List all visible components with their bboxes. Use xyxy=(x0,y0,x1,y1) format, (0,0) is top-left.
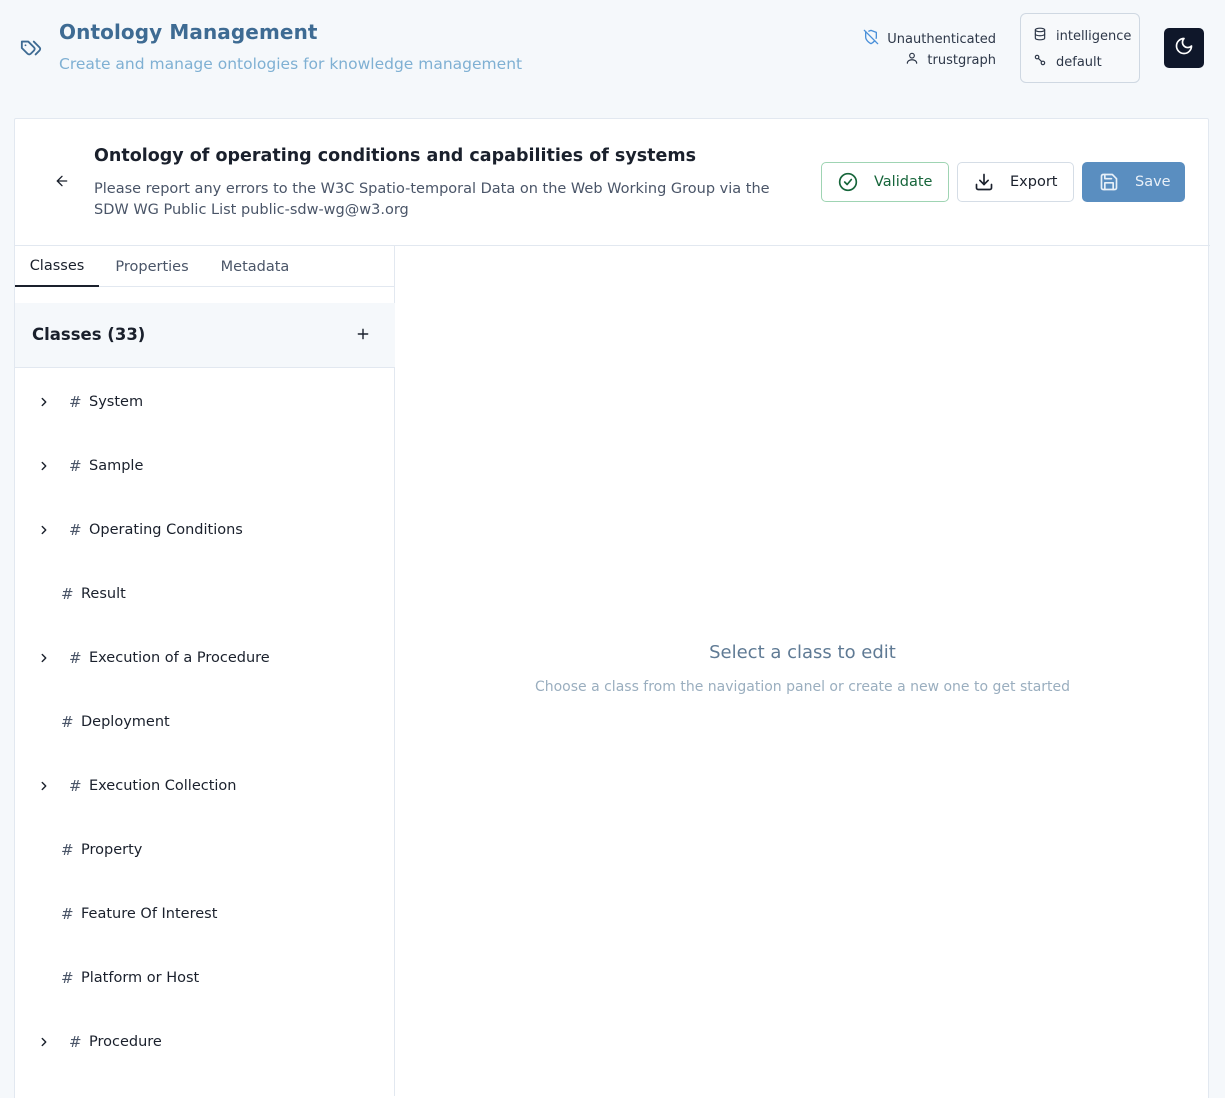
hash-icon: # xyxy=(61,585,74,603)
empty-state-title: Select a class to edit xyxy=(709,642,896,663)
classes-header: Classes (33) xyxy=(15,303,395,368)
app-title: Ontology Management xyxy=(59,20,318,44)
empty-state-subtitle: Choose a class from the navigation panel… xyxy=(534,679,1071,695)
workspace-selector[interactable]: intelligence default xyxy=(1020,13,1140,83)
tab-metadata[interactable]: Metadata xyxy=(205,246,305,287)
class-list-item[interactable]: # Execution of a Procedure xyxy=(15,638,395,678)
ontology-header: Ontology of operating conditions and cap… xyxy=(15,119,1210,246)
auth-user: trustgraph xyxy=(905,51,996,69)
chevron-right-icon[interactable] xyxy=(37,459,51,473)
ontology-editor-card: Ontology of operating conditions and cap… xyxy=(14,118,1210,1098)
theme-toggle-button[interactable] xyxy=(1164,28,1204,68)
hash-icon: # xyxy=(61,969,74,987)
hash-icon: # xyxy=(61,713,74,731)
link-icon xyxy=(1033,53,1047,71)
auth-status: Unauthenticated xyxy=(863,29,996,49)
hash-icon: # xyxy=(61,841,74,859)
plus-icon xyxy=(356,326,370,345)
export-label: Export xyxy=(1010,174,1058,190)
tags-icon xyxy=(20,37,42,59)
moon-icon xyxy=(1174,36,1194,60)
save-label: Save xyxy=(1135,174,1171,190)
collection-row: default xyxy=(1033,53,1102,71)
class-list-item[interactable]: # Platform or Host xyxy=(15,958,395,998)
back-button[interactable] xyxy=(51,172,73,194)
class-list-item[interactable]: # Property xyxy=(15,830,395,870)
class-list-item[interactable]: # Procedure xyxy=(15,1022,395,1062)
class-list-item[interactable]: # Result xyxy=(15,574,395,614)
ontology-title: Ontology of operating conditions and cap… xyxy=(94,146,697,166)
class-label: Procedure xyxy=(89,1034,162,1050)
class-label: Feature Of Interest xyxy=(81,906,218,922)
add-class-button[interactable] xyxy=(353,325,373,345)
validate-label: Validate xyxy=(874,174,933,190)
hash-icon: # xyxy=(61,905,74,923)
check-circle-icon xyxy=(838,172,858,192)
user-label: trustgraph xyxy=(927,52,996,68)
validate-button[interactable]: Validate xyxy=(821,162,949,202)
class-list-item[interactable]: # Feature Of Interest xyxy=(15,894,395,934)
chevron-right-icon[interactable] xyxy=(37,523,51,537)
classes-count-title: Classes (33) xyxy=(32,325,146,344)
class-label: Sample xyxy=(89,458,144,474)
class-label: Execution Collection xyxy=(89,778,237,794)
workspace-row: intelligence xyxy=(1033,27,1131,45)
hash-icon: # xyxy=(69,649,82,667)
user-icon xyxy=(905,51,919,69)
chevron-right-icon[interactable] xyxy=(37,779,51,793)
class-label: Deployment xyxy=(81,714,170,730)
class-label: Property xyxy=(81,842,143,858)
class-list-item[interactable]: # System xyxy=(15,382,395,422)
save-button[interactable]: Save xyxy=(1082,162,1185,202)
shield-off-icon xyxy=(863,29,879,49)
app-subtitle: Create and manage ontologies for knowled… xyxy=(59,55,523,73)
workspace-label: intelligence xyxy=(1056,28,1132,44)
collection-label: default xyxy=(1056,54,1102,70)
hash-icon: # xyxy=(69,457,82,475)
class-list-item[interactable]: # Execution Collection xyxy=(15,766,395,806)
class-list-item[interactable]: # Deployment xyxy=(15,702,395,742)
hash-icon: # xyxy=(69,393,82,411)
class-list-item[interactable]: # Sample xyxy=(15,446,395,486)
tab-classes[interactable]: Classes xyxy=(15,246,99,287)
hash-icon: # xyxy=(69,1033,82,1051)
class-label: Platform or Host xyxy=(81,970,200,986)
export-button[interactable]: Export xyxy=(957,162,1074,202)
class-label: Result xyxy=(81,586,126,602)
tab-properties[interactable]: Properties xyxy=(99,246,205,287)
chevron-right-icon[interactable] xyxy=(37,651,51,665)
save-icon xyxy=(1099,172,1119,192)
chevron-right-icon[interactable] xyxy=(37,395,51,409)
classes-sidebar: Classes Properties Metadata Classes (33)… xyxy=(15,246,395,1096)
app-header: Ontology Management Create and manage on… xyxy=(0,0,1225,100)
chevron-right-icon[interactable] xyxy=(37,1035,51,1049)
class-label: Operating Conditions xyxy=(89,522,243,538)
database-icon xyxy=(1033,27,1047,45)
class-label: System xyxy=(89,394,144,410)
arrow-left-icon xyxy=(54,173,70,193)
class-label: Execution of a Procedure xyxy=(89,650,270,666)
hash-icon: # xyxy=(69,521,82,539)
class-list-item[interactable]: # Operating Conditions xyxy=(15,510,395,550)
ontology-description: Please report any errors to the W3C Spat… xyxy=(94,181,770,218)
hash-icon: # xyxy=(69,777,82,795)
editor-tabs: Classes Properties Metadata xyxy=(15,246,395,287)
auth-status-label: Unauthenticated xyxy=(887,31,996,47)
download-icon xyxy=(974,172,994,192)
